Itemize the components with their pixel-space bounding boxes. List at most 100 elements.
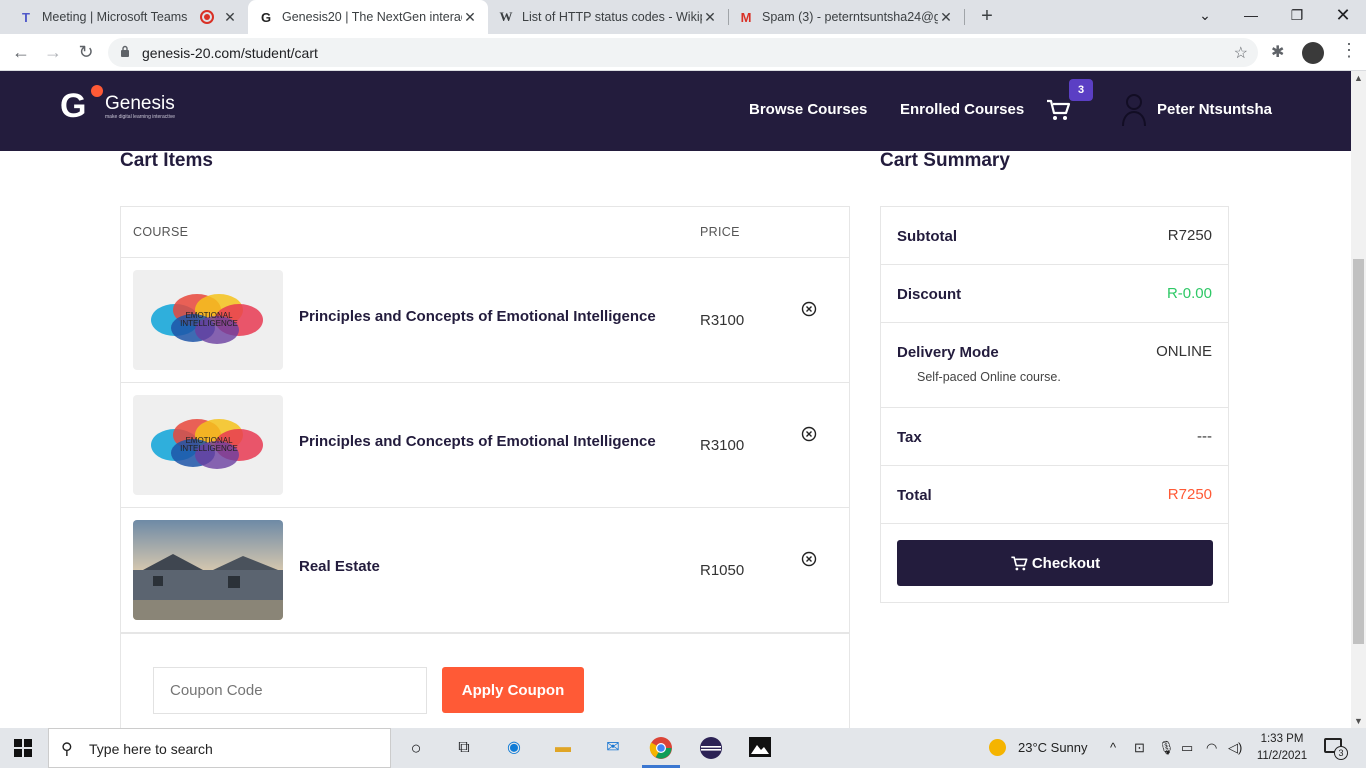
cart-items-heading: Cart Items xyxy=(120,150,213,171)
taskbar-search-placeholder: Type here to search xyxy=(89,741,213,757)
remove-item-icon[interactable] xyxy=(801,426,817,442)
edge-icon[interactable]: ◉ xyxy=(501,736,527,760)
cart-item-row: EMOTIONAL INTELLIGENCE Principles and Co… xyxy=(121,258,849,383)
logo-dot xyxy=(91,85,103,97)
bookmark-star-icon[interactable]: ☆ xyxy=(1234,43,1248,63)
logo-tagline: make digital learning interactive xyxy=(105,114,176,120)
url-text: genesis-20.com/student/cart xyxy=(142,45,318,61)
coupon-section: Apply Coupon xyxy=(121,633,849,728)
show-hidden-icons-chevron-icon[interactable]: ^ xyxy=(1110,740,1116,755)
scrollbar-thumb[interactable] xyxy=(1353,259,1364,644)
tax-value: --- xyxy=(1197,428,1212,445)
cart-icon[interactable] xyxy=(1045,98,1071,122)
meet-now-icon[interactable]: ⊡ xyxy=(1134,740,1145,756)
course-thumbnail[interactable]: EMOTIONAL INTELLIGENCE xyxy=(133,270,283,370)
summary-row-total: Total R7250 xyxy=(881,466,1228,524)
new-tab-button[interactable]: + xyxy=(976,5,998,27)
user-name[interactable]: Peter Ntsuntsha xyxy=(1157,101,1272,118)
clock-time: 1:33 PM xyxy=(1260,733,1304,745)
battery-icon[interactable]: ▭ xyxy=(1181,740,1193,756)
discount-label: Discount xyxy=(897,286,962,303)
weather-sun-icon[interactable] xyxy=(989,739,1006,759)
tab-title: Spam (3) - peterntsuntsha24@gm xyxy=(762,10,938,24)
genesis-logo[interactable]: G Genesis make digital learning interact… xyxy=(60,85,180,125)
weather-text[interactable]: 23°C Sunny xyxy=(1018,740,1088,755)
close-window-button[interactable]: ✕ xyxy=(1320,0,1366,34)
apply-coupon-button[interactable]: Apply Coupon xyxy=(442,667,584,713)
close-tab-icon[interactable]: ✕ xyxy=(938,9,954,26)
course-title[interactable]: Real Estate xyxy=(299,558,380,575)
forward-arrow-icon[interactable]: → xyxy=(42,41,64,63)
logo-g-mark: G xyxy=(60,87,87,125)
close-tab-icon[interactable]: ✕ xyxy=(462,9,478,26)
genesis-icon: G xyxy=(260,9,272,25)
file-explorer-icon[interactable]: ▬ xyxy=(550,736,576,760)
mail-icon[interactable]: ✉ xyxy=(600,736,626,760)
course-title[interactable]: Principles and Concepts of Emotional Int… xyxy=(299,308,656,325)
cart-count-badge: 3 xyxy=(1069,79,1093,101)
summary-row-discount: Discount R-0.00 xyxy=(881,265,1228,323)
course-thumbnail[interactable]: EMOTIONAL INTELLIGENCE xyxy=(133,395,283,495)
remove-item-icon[interactable] xyxy=(801,301,817,317)
chrome-menu-icon[interactable]: ⋮ xyxy=(1340,40,1358,61)
windows-start-icon[interactable] xyxy=(14,739,32,757)
summary-row-subtotal: Subtotal R7250 xyxy=(881,207,1228,265)
eclipse-icon[interactable] xyxy=(698,736,724,760)
subtotal-value: R7250 xyxy=(1167,227,1212,244)
chrome-icon[interactable] xyxy=(648,736,674,760)
close-tab-icon[interactable]: ✕ xyxy=(222,9,238,26)
user-icon[interactable] xyxy=(1121,93,1147,127)
course-title[interactable]: Principles and Concepts of Emotional Int… xyxy=(299,433,656,450)
photos-icon[interactable] xyxy=(747,736,773,760)
scroll-up-arrow-icon[interactable]: ▲ xyxy=(1354,73,1363,83)
course-price: R3100 xyxy=(700,437,745,454)
scroll-down-arrow-icon[interactable]: ▼ xyxy=(1354,716,1363,726)
profile-avatar[interactable] xyxy=(1302,42,1324,64)
course-thumbnail[interactable] xyxy=(133,520,283,620)
taskbar-search-box[interactable]: ⚲ Type here to search xyxy=(48,728,391,768)
wifi-icon[interactable]: ◠ xyxy=(1206,740,1217,756)
cart-summary-heading: Cart Summary xyxy=(880,150,1010,171)
task-view-icon[interactable]: ⧉ xyxy=(451,736,477,760)
page-scrollbar[interactable]: ▲ ▼ xyxy=(1351,71,1366,728)
delivery-mode-label: Delivery Mode xyxy=(897,344,999,361)
thumb-text: INTELLIGENCE xyxy=(180,444,238,453)
recording-icon xyxy=(200,10,214,24)
nav-enrolled-courses[interactable]: Enrolled Courses xyxy=(900,101,1024,118)
browser-tab-genesis[interactable]: G Genesis20 | The NextGen interact ✕ xyxy=(248,0,488,34)
close-tab-icon[interactable]: ✕ xyxy=(702,9,718,26)
cortana-icon[interactable]: ○ xyxy=(403,736,429,760)
tab-title: Meeting | Microsoft Teams xyxy=(42,10,188,24)
tab-title: Genesis20 | The NextGen interact xyxy=(282,10,462,24)
column-header-course: COURSE xyxy=(133,225,189,239)
browser-tab-wikipedia[interactable]: W List of HTTP status codes - Wikip ✕ xyxy=(488,0,728,34)
back-arrow-icon[interactable]: ← xyxy=(10,41,32,63)
logo-name: Genesis xyxy=(105,93,175,114)
browser-tab-gmail[interactable]: M Spam (3) - peterntsuntsha24@gm ✕ xyxy=(728,0,964,34)
restore-button[interactable]: ❐ xyxy=(1274,0,1320,34)
site-header: G Genesis make digital learning interact… xyxy=(0,71,1351,151)
checkout-button[interactable]: Checkout xyxy=(897,540,1213,586)
tax-label: Tax xyxy=(897,429,922,446)
tab-search-chevron-icon[interactable]: ⌄ xyxy=(1182,0,1228,34)
microphone-icon[interactable]: 🎙 xyxy=(1158,740,1175,756)
web-page: G Genesis make digital learning interact… xyxy=(0,71,1351,728)
address-bar[interactable]: genesis-20.com/student/cart ☆ xyxy=(108,38,1258,67)
cart-item-row: Real Estate R1050 xyxy=(121,508,849,633)
system-clock[interactable]: 1:33 PM 11/2/2021 xyxy=(1256,731,1308,765)
notification-center-icon[interactable]: 3 xyxy=(1324,738,1348,760)
checkout-label: Checkout xyxy=(1031,554,1101,572)
delivery-mode-value: ONLINE xyxy=(1156,343,1212,360)
volume-icon[interactable]: ◁) xyxy=(1228,740,1242,756)
thumb-text: INTELLIGENCE xyxy=(180,319,238,328)
extensions-puzzle-icon[interactable]: ✱ xyxy=(1271,42,1284,62)
remove-item-icon[interactable] xyxy=(801,551,817,567)
nav-browse-courses[interactable]: Browse Courses xyxy=(749,101,867,118)
minimize-button[interactable]: — xyxy=(1228,0,1274,34)
total-label: Total xyxy=(897,487,932,504)
tab-title: List of HTTP status codes - Wikip xyxy=(522,10,702,24)
reload-icon[interactable]: ↻ xyxy=(75,41,97,63)
subtotal-label: Subtotal xyxy=(897,228,957,245)
coupon-code-input[interactable] xyxy=(153,667,427,714)
browser-tab-teams[interactable]: T Meeting | Microsoft Teams ✕ xyxy=(8,0,248,34)
